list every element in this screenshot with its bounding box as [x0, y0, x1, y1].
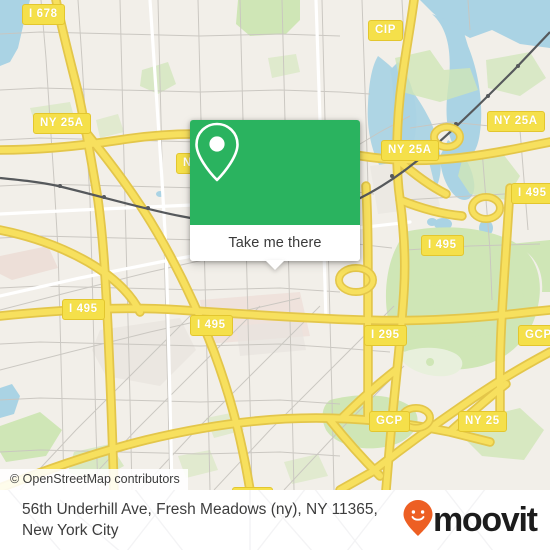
card-pointer-tail	[265, 260, 285, 270]
map-shield-label: NY 25A	[381, 140, 439, 161]
map-shield-label: I 495	[62, 299, 105, 320]
card-pin-area	[190, 120, 360, 225]
map-shield-label: NY 25A	[487, 111, 545, 132]
map-shield-label: I 678	[22, 4, 65, 25]
address-line-1: 56th Underhill Ave, Fresh Meadows (ny), …	[22, 501, 378, 518]
map-shield-label: I 495	[511, 183, 550, 204]
footer-bar: 56th Underhill Ave, Fresh Meadows (ny), …	[0, 490, 550, 550]
take-me-there-label: Take me there	[228, 235, 322, 251]
map-canvas[interactable]: I 678 CIP NY 25A NY 25A NY 25A NY I 495 …	[0, 0, 550, 490]
take-me-there-button[interactable]: Take me there	[190, 225, 360, 270]
screenshot-root: I 678 CIP NY 25A NY 25A NY 25A NY I 495 …	[0, 0, 550, 550]
address-line-2: New York City	[22, 522, 119, 539]
osm-attribution[interactable]: © OpenStreetMap contributors	[0, 469, 188, 490]
take-me-there-card[interactable]: Take me there	[190, 120, 360, 270]
map-shield-label: I 295	[364, 325, 407, 346]
map-shield-label: GCP	[369, 411, 410, 432]
map-shield-label: NY 25A	[33, 113, 91, 134]
address-block: 56th Underhill Ave, Fresh Meadows (ny), …	[22, 499, 400, 541]
map-shield-label: CIP	[368, 20, 403, 41]
map-shield-label: NY 25	[458, 411, 507, 432]
map-shield-label: GCP	[518, 325, 550, 346]
moovit-wordmark: moovit	[433, 500, 538, 539]
moovit-smiley-pin-icon	[402, 499, 434, 542]
map-shield-label: I 495	[421, 235, 464, 256]
map-shield-label: I 495	[190, 315, 233, 336]
moovit-logo[interactable]: moovit	[402, 499, 538, 542]
